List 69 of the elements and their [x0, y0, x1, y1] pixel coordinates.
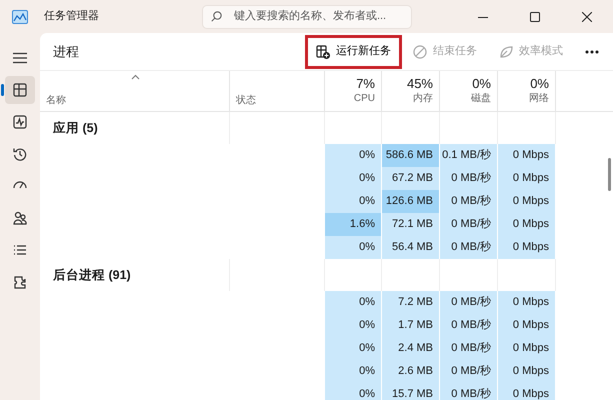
table-cell: 586.6 MB — [382, 144, 440, 167]
table-cell: 2.6 MB — [382, 360, 440, 383]
window-title: 任务管理器 — [44, 9, 100, 24]
table-cell: 2.4 MB — [382, 337, 440, 360]
table-cell: 0 Mbps — [498, 236, 556, 259]
table-cell: 0% — [325, 236, 382, 259]
table-cell: 0% — [325, 190, 382, 213]
table-cell: 1.6% — [325, 213, 382, 236]
table-cell: 67.2 MB — [382, 167, 440, 190]
menu-icon — [13, 52, 27, 64]
group-title[interactable]: 后台进程 (91) — [40, 266, 131, 284]
table-cell: 1.7 MB — [382, 314, 440, 337]
table-cell: 0 MB/秒 — [440, 291, 498, 314]
toolbar-button[interactable]: 运行新任务 — [308, 38, 399, 66]
table-cell: 0 Mbps — [498, 291, 556, 314]
table-cell: 0% — [325, 337, 382, 360]
table-cell: 0% — [325, 167, 382, 190]
activity-icon — [13, 115, 27, 129]
column-header[interactable]: 7% CPU — [325, 71, 382, 111]
column-header[interactable]: 状态 — [230, 71, 325, 111]
leaf-icon — [499, 44, 513, 58]
table-cell: 0 MB/秒 — [440, 314, 498, 337]
table-cell: 72.1 MB — [382, 213, 440, 236]
table-cell: 0.1 MB/秒 — [440, 144, 498, 167]
table-cell: 0% — [325, 360, 382, 383]
table-cell: 0 MB/秒 — [440, 167, 498, 190]
table-cell: 0% — [325, 314, 382, 337]
users-icon — [13, 211, 27, 225]
table-cell: 15.7 MB — [382, 383, 440, 400]
close-icon — [582, 12, 592, 22]
table-cell: 0% — [325, 383, 382, 400]
table-cell: 126.6 MB — [382, 190, 440, 213]
table-cell: 0 MB/秒 — [440, 383, 498, 400]
column-header[interactable]: 名称 — [40, 71, 230, 111]
sort-caret-icon — [130, 74, 140, 80]
more-icon — [585, 50, 599, 54]
table-cell: 7.2 MB — [382, 291, 440, 314]
prohibited-icon — [413, 44, 427, 58]
page-title: 进程 — [53, 42, 80, 61]
table-cell: 0 MB/秒 — [440, 190, 498, 213]
table-cell: 0% — [325, 291, 382, 314]
puzzle-icon — [13, 275, 27, 289]
table-cell: 0 MB/秒 — [440, 337, 498, 360]
search-field[interactable]: 键入要搜索的名称、发布者或... — [202, 4, 412, 28]
app-icon — [12, 10, 28, 24]
group-title[interactable]: 应用 (5) — [40, 118, 98, 138]
scrollbar-thumb[interactable] — [608, 158, 611, 191]
column-header[interactable]: 0% 磁盘 — [440, 71, 498, 111]
search-icon — [211, 11, 222, 22]
table-cell: 0 MB/秒 — [440, 236, 498, 259]
table-cell: 0 Mbps — [498, 167, 556, 190]
table-cell: 0 Mbps — [498, 383, 556, 400]
column-header[interactable]: 45% 内存 — [382, 71, 440, 111]
table-cell: 0% — [325, 144, 382, 167]
table-cell: 0 Mbps — [498, 360, 556, 383]
table-cell: 0 Mbps — [498, 144, 556, 167]
list-icon — [13, 243, 27, 257]
table-cell: 56.4 MB — [382, 236, 440, 259]
table-cell: 0 Mbps — [498, 314, 556, 337]
table-cell: 0 Mbps — [498, 190, 556, 213]
column-header[interactable]: 0% 网络 — [498, 71, 556, 111]
table-cell: 0 Mbps — [498, 213, 556, 236]
grid-icon — [13, 83, 27, 97]
run-task-icon — [316, 44, 330, 58]
table-cell: 0 MB/秒 — [440, 213, 498, 236]
maximize-icon — [530, 12, 540, 22]
table-cell: 0 MB/秒 — [440, 360, 498, 383]
history-icon — [13, 147, 27, 161]
table-cell: 0 Mbps — [498, 337, 556, 360]
